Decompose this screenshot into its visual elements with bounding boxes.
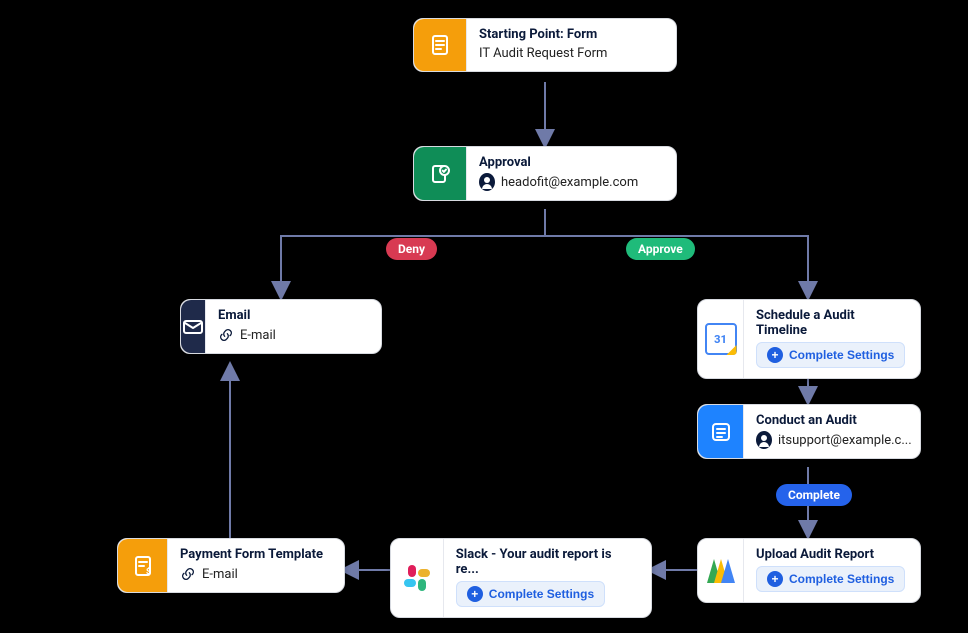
node-approval-assignee: headofit@example.com [501,175,638,190]
link-icon [218,327,234,343]
complete-settings-button[interactable]: + Complete Settings [756,566,905,592]
node-email[interactable]: Email E-mail [180,299,382,354]
node-conduct-title: Conduct an Audit [756,413,906,428]
complete-settings-button[interactable]: + Complete Settings [756,342,905,368]
deny-badge: Deny [386,238,437,260]
payment-form-icon: $ [118,539,168,592]
node-upload[interactable]: Upload Audit Report + Complete Settings [697,538,921,603]
node-approval[interactable]: Approval headofit@example.com [413,146,677,201]
google-calendar-icon [698,300,744,378]
approve-badge: Approve [626,238,695,260]
node-slack-title: Slack - Your audit report is re... [456,547,637,577]
google-drive-icon [698,539,744,602]
node-approval-title: Approval [479,155,638,170]
node-email-title: Email [218,308,368,323]
node-payment-title: Payment Form Template [180,547,330,562]
node-start[interactable]: Starting Point: Form IT Audit Request Fo… [413,18,677,72]
person-icon [479,174,495,190]
node-start-subtitle: IT Audit Request Form [479,46,607,61]
email-icon [181,300,206,353]
link-icon [180,566,196,582]
node-payment-link-label: E-mail [202,567,238,582]
workflow-canvas: Deny Approve Complete Starting Point: Fo… [0,0,968,633]
node-start-title: Starting Point: Form [479,27,629,42]
svg-text:$: $ [146,567,151,576]
node-schedule[interactable]: Schedule a Audit Timeline + Complete Set… [697,299,921,379]
node-conduct[interactable]: Conduct an Audit itsupport@example.c... [697,404,921,459]
node-payment[interactable]: $ Payment Form Template E-mail [117,538,345,593]
plus-icon: + [467,586,483,602]
document-icon [414,19,467,71]
approval-icon [414,147,467,200]
person-icon [756,432,772,448]
node-conduct-assignee: itsupport@example.c... [778,433,912,448]
complete-settings-button[interactable]: + Complete Settings [456,581,605,607]
slack-icon [391,539,444,617]
node-schedule-title: Schedule a Audit Timeline [756,308,906,338]
complete-badge: Complete [776,484,852,506]
node-slack[interactable]: Slack - Your audit report is re... + Com… [390,538,652,618]
checklist-icon [698,405,744,458]
node-upload-title: Upload Audit Report [756,547,906,562]
node-email-link-label: E-mail [240,328,276,343]
plus-icon: + [767,571,783,587]
plus-icon: + [767,347,783,363]
